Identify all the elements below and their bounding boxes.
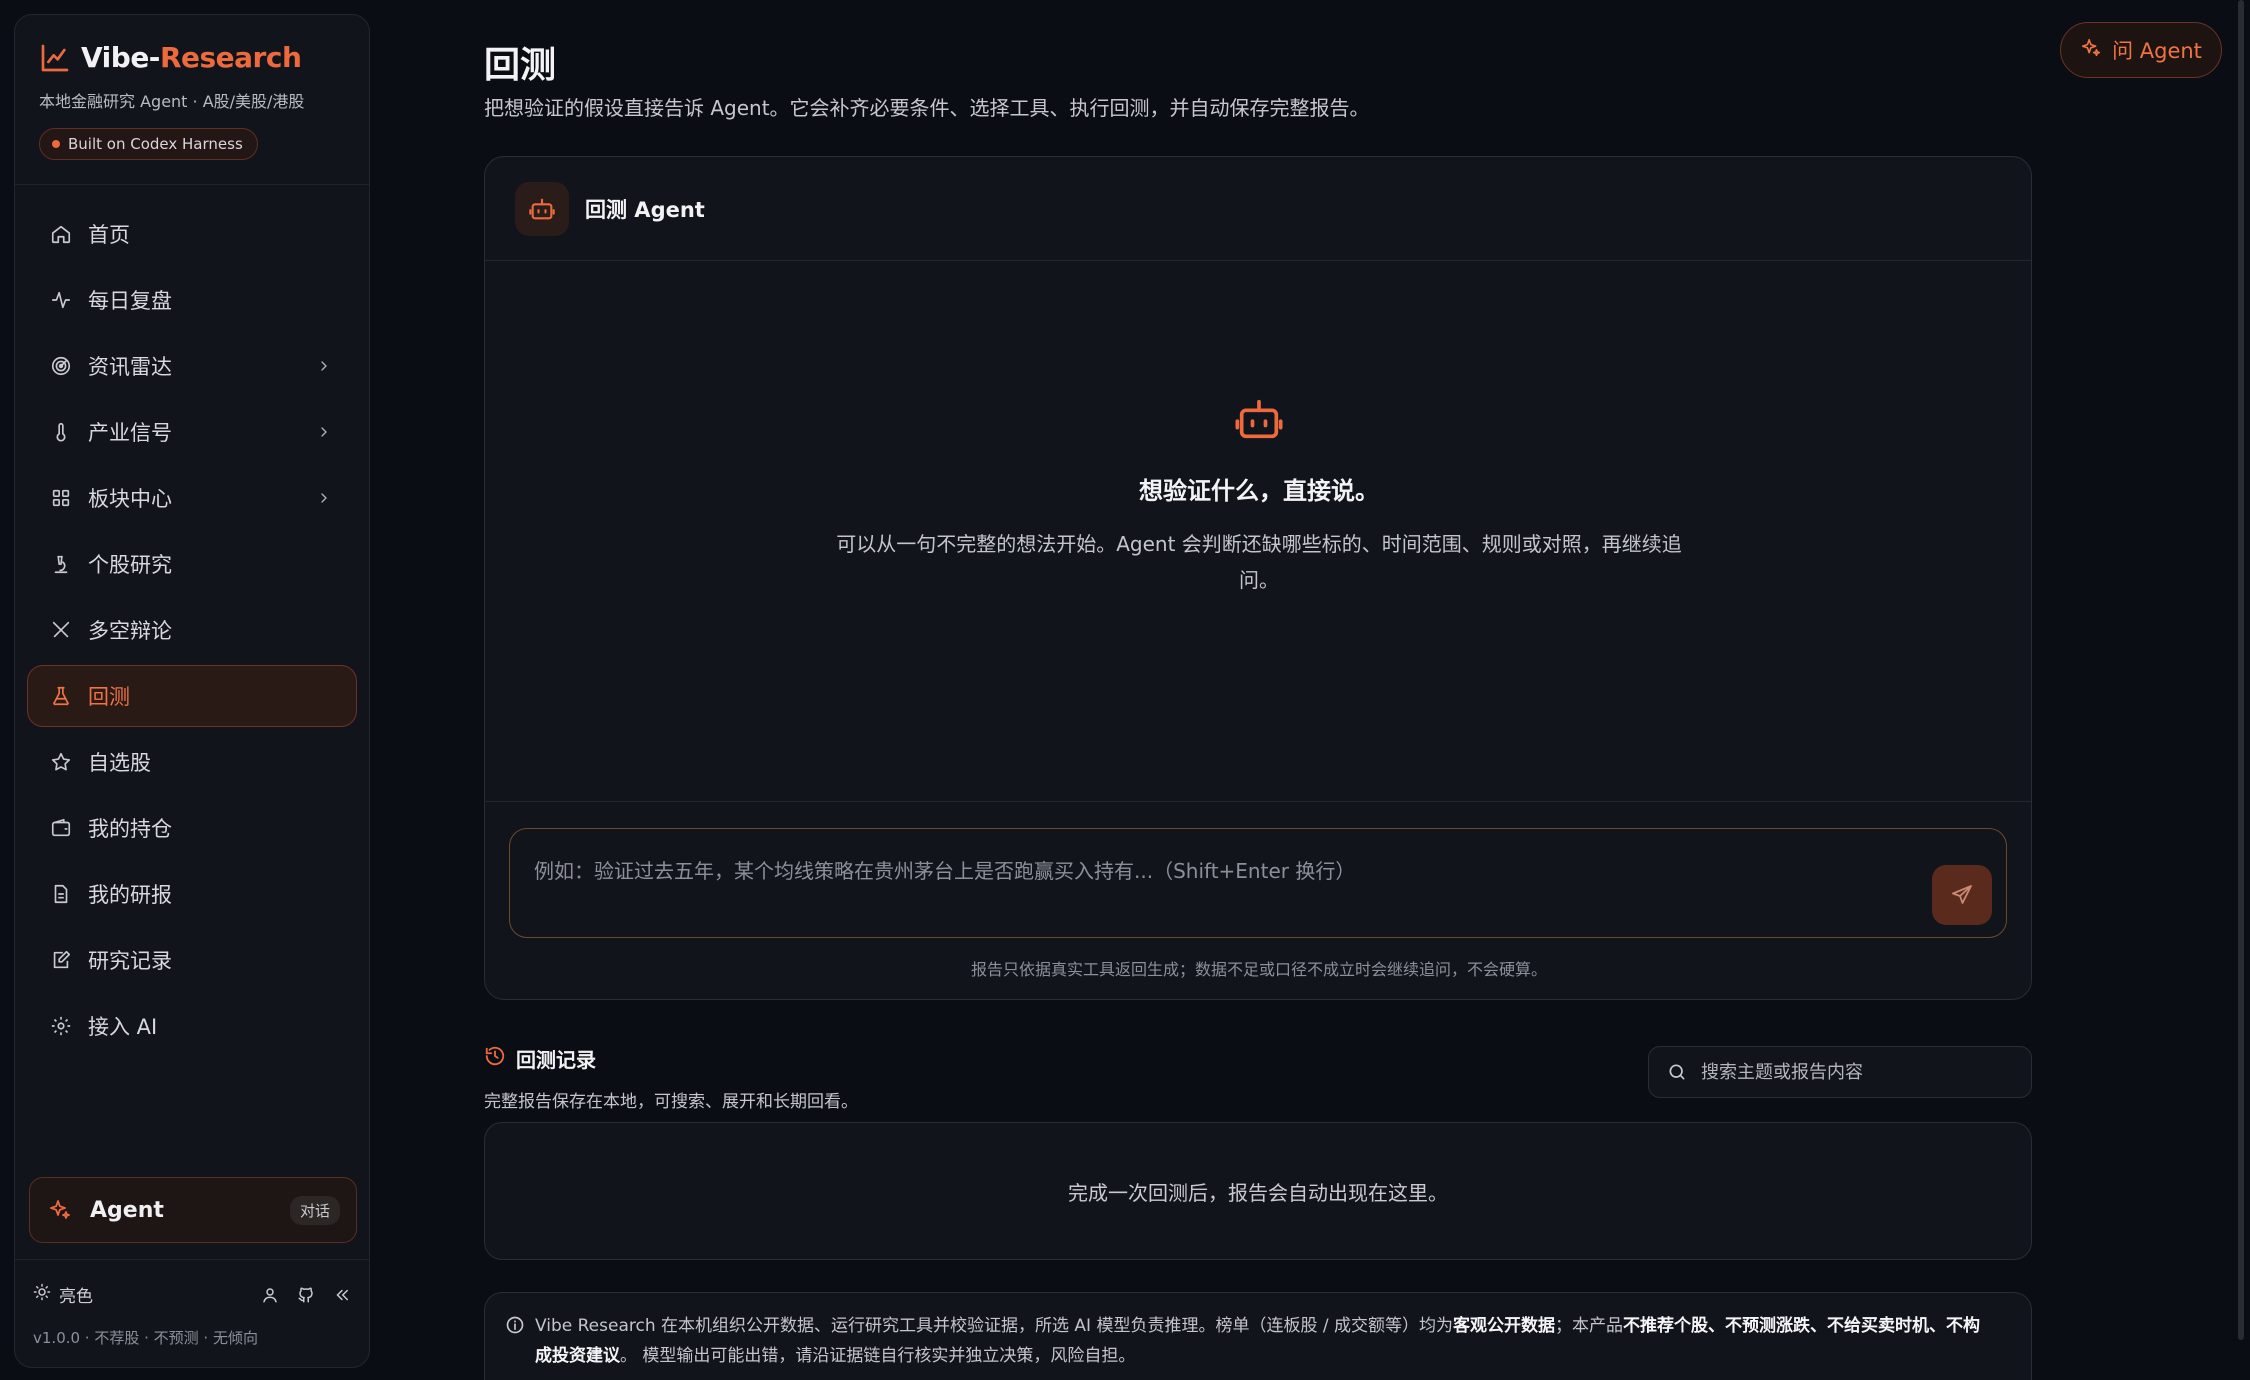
composer-area: 报告只依据真实工具返回生成；数据不足或口径不成立时会继续追问，不会硬算。 <box>485 801 2031 999</box>
sidebar-item-label: 资讯雷达 <box>88 355 172 379</box>
collapse-sidebar-icon[interactable] <box>331 1284 353 1306</box>
brand-title: Vibe-Research <box>81 41 302 74</box>
wallet-icon <box>48 815 74 841</box>
edit-icon <box>48 947 74 973</box>
sidebar-item-home[interactable]: 首页 <box>27 203 357 265</box>
grid-icon <box>48 485 74 511</box>
sidebar-item-label: 个股研究 <box>88 553 172 577</box>
home-icon <box>48 221 74 247</box>
sidebar-item-watchlist[interactable]: 自选股 <box>27 731 357 793</box>
history-icon <box>484 1045 506 1072</box>
backtest-agent-panel: 回测 Agent 想验证什么，直接说。 可以从一句不完整的想法开始。Agent … <box>484 156 2032 1000</box>
sidebar-item-label: 我的研报 <box>88 883 172 907</box>
sidebar-item-label: 研究记录 <box>88 949 172 973</box>
sidebar-item-label: 每日复盘 <box>88 289 172 313</box>
sidebar-item-stock-research[interactable]: 个股研究 <box>27 533 357 595</box>
sidebar-item-label: 接入 AI <box>88 1015 158 1039</box>
chevron-right-icon <box>316 357 334 375</box>
sidebar-agent-button[interactable]: Agent 对话 <box>29 1177 357 1243</box>
sidebar-item-bull-bear-debate[interactable]: 多空辩论 <box>27 599 357 661</box>
sidebar-item-sector-center[interactable]: 板块中心 <box>27 467 357 529</box>
sidebar-item-label: 我的持仓 <box>88 817 172 841</box>
sidebar-item-news-radar[interactable]: 资讯雷达 <box>27 335 357 397</box>
theme-toggle[interactable]: 亮色 <box>33 1282 93 1307</box>
chat-tag: 对话 <box>289 1195 340 1225</box>
status-dot-icon <box>52 140 60 148</box>
microscope-icon <box>48 551 74 577</box>
sidebar-item-industry-signals[interactable]: 产业信号 <box>27 401 357 463</box>
sidebar: Vibe-Research 本地金融研究 Agent · A股/美股/港股 Bu… <box>14 14 370 1368</box>
sparkle-icon <box>2080 37 2102 64</box>
sidebar-item-daily-review[interactable]: 每日复盘 <box>27 269 357 331</box>
agent-name: 回测 Agent <box>585 197 705 222</box>
agent-avatar <box>515 181 569 236</box>
empty-state-body: 可以从一句不完整的想法开始。Agent 会判断还缺哪些标的、时间范围、规则或对照… <box>836 532 1682 592</box>
chevron-right-icon <box>316 489 334 507</box>
sidebar-item-label: 回测 <box>88 685 130 709</box>
robot-icon <box>529 198 555 219</box>
page-scrollbar[interactable] <box>2236 0 2246 1340</box>
sidebar-item-holdings[interactable]: 我的持仓 <box>27 797 357 859</box>
gear-icon <box>48 1013 74 1039</box>
composer-hint: 报告只依据真实工具返回生成；数据不足或口径不成立时会继续追问，不会硬算。 <box>970 960 1547 979</box>
empty-state-title: 想验证什么，直接说。 <box>1139 477 1379 505</box>
page-title: 回测 <box>484 45 557 86</box>
sidebar-item-research-log[interactable]: 研究记录 <box>27 929 357 991</box>
chevron-right-icon <box>316 423 334 441</box>
brand-subtitle: 本地金融研究 Agent · A股/美股/港股 <box>39 92 305 111</box>
search-input[interactable] <box>1701 1061 2021 1083</box>
records-search <box>1648 1046 2032 1098</box>
sidebar-footer: 亮色 v1.0.0 · 不荐股 · 不预测 · 无倾向 <box>15 1259 369 1348</box>
sidebar-item-label: 产业信号 <box>88 421 172 445</box>
sidebar-item-backtest[interactable]: 回测 <box>27 665 357 727</box>
sidebar-item-my-reports[interactable]: 我的研报 <box>27 863 357 925</box>
page-description: 把想验证的假设直接告诉 Agent。它会补齐必要条件、选择工具、执行回测，并自动… <box>484 96 1370 120</box>
composer <box>509 828 2007 938</box>
agent-empty-state: 想验证什么，直接说。 可以从一句不完整的想法开始。Agent 会判断还缺哪些标的… <box>485 393 2031 598</box>
records-header: 回测记录 完整报告保存在本地，可搜索、展开和长期回看。 <box>484 1044 858 1112</box>
robot-icon <box>485 393 2031 445</box>
info-icon <box>505 1315 527 1337</box>
chart-line-logo-icon <box>39 42 71 74</box>
sidebar-nav: 首页 每日复盘 资讯雷达 产业信号 板块中心 个股研究 多空辩论 回测 自选股 … <box>15 185 369 1057</box>
sidebar-item-label: 自选股 <box>88 751 151 775</box>
send-icon <box>1952 885 1972 904</box>
sidebar-item-label: 板块中心 <box>88 487 172 511</box>
swords-icon <box>48 617 74 643</box>
scrollbar-thumb[interactable] <box>2238 0 2244 1340</box>
brand-block: Vibe-Research 本地金融研究 Agent · A股/美股/港股 Bu… <box>15 15 369 185</box>
version-text: v1.0.0 · 不荐股 · 不预测 · 无倾向 <box>33 1329 258 1347</box>
radar-icon <box>48 353 74 379</box>
brand-row[interactable]: Vibe-Research <box>39 41 345 74</box>
send-button[interactable] <box>1932 865 1992 925</box>
user-icon[interactable] <box>259 1284 281 1306</box>
sidebar-item-label: 首页 <box>88 223 130 247</box>
star-icon <box>48 749 74 775</box>
flask-icon <box>48 683 74 709</box>
pulse-icon <box>48 287 74 313</box>
sidebar-agent-label: Agent <box>90 1197 164 1223</box>
records-subtitle: 完整报告保存在本地，可搜索、展开和长期回看。 <box>484 1092 858 1112</box>
agent-prompt-input[interactable] <box>510 829 1910 937</box>
records-title: 回测记录 <box>484 1044 858 1073</box>
built-on-badge: Built on Codex Harness <box>39 128 258 160</box>
thermometer-icon <box>48 419 74 445</box>
sparkle-icon <box>48 1196 76 1224</box>
agent-panel-header: 回测 Agent <box>485 157 2031 261</box>
records-empty-state: 完成一次回测后，报告会自动出现在这里。 <box>484 1122 2032 1260</box>
github-icon[interactable] <box>295 1284 317 1306</box>
document-icon <box>48 881 74 907</box>
sidebar-item-connect-ai[interactable]: 接入 AI <box>27 995 357 1057</box>
sun-icon <box>33 1283 51 1306</box>
search-icon <box>1667 1061 1689 1083</box>
sidebar-item-label: 多空辩论 <box>88 619 172 643</box>
ask-agent-button[interactable]: 问 Agent <box>2060 22 2222 78</box>
disclaimer: Vibe Research 在本机组织公开数据、运行研究工具并校验证据，所选 A… <box>484 1292 2032 1380</box>
